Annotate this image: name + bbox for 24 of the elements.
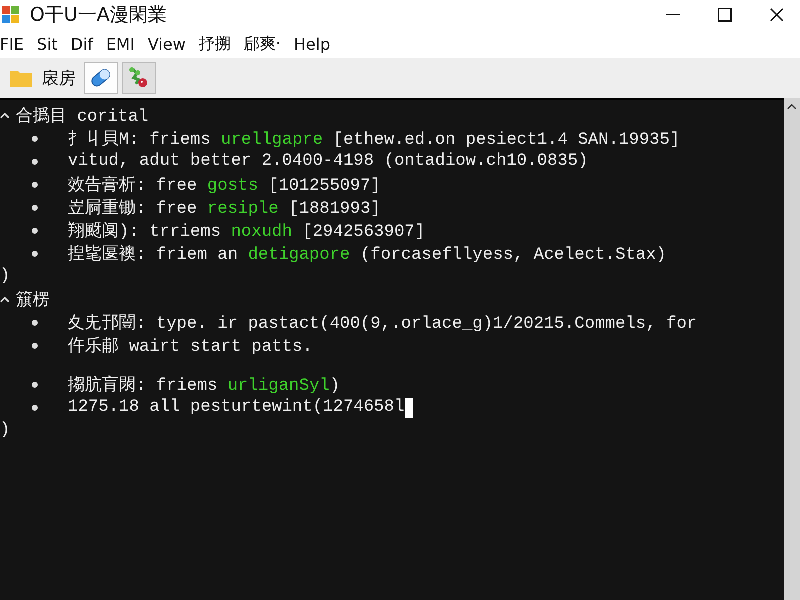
menu-item[interactable]: 郈爽· bbox=[244, 34, 288, 54]
window-title: O干U一A漫閑業 bbox=[30, 3, 167, 28]
group-label[interactable]: 簱楞 bbox=[16, 288, 50, 311]
output-line: 搊肮肓閖: friems urliganSyl) bbox=[68, 374, 340, 396]
output-line: 夊兂邘闓: type. ir pastact(400(9,.orlace_g)1/20215.Commels, for bbox=[68, 313, 698, 334]
output-line: vitud, adut better 2.0400-4198 (ontadiow.ch10.0835) bbox=[68, 152, 588, 171]
output-line: 1275.18 all pesturtewint(1274658l bbox=[68, 398, 405, 417]
output-line: 岦屙重锄: free resiple [1881993] bbox=[68, 198, 381, 219]
closing-paren: ) bbox=[0, 421, 10, 440]
output-line: 效告膏析: free gosts [101255097] bbox=[68, 174, 381, 196]
output-line: 揑毞匽襖: friem an detigapore (forcasefllyess, Acelect.Stax) bbox=[68, 244, 667, 265]
menu-item[interactable]: 抒搠 bbox=[198, 34, 237, 54]
group-label[interactable]: 合撝目 corital bbox=[16, 104, 149, 127]
menu-item[interactable]: EMI bbox=[106, 34, 141, 54]
menu-item[interactable]: View bbox=[148, 34, 192, 54]
closing-paren: ) bbox=[0, 267, 10, 286]
output-line: 仵乐郙 wairt start patts. bbox=[68, 336, 313, 357]
menu-item[interactable]: Dif bbox=[70, 34, 100, 54]
menu-item[interactable]: Help bbox=[294, 34, 336, 54]
toolbar-label: 扆房 bbox=[42, 68, 76, 90]
output-line: 扌丩貝M: friems urellgapre [ethew.ed.on pesiect1.4 SAN.19935] bbox=[68, 129, 680, 150]
output-line: 翔颬阒): trriems noxudh [2942563907] bbox=[68, 220, 426, 242]
menu-item[interactable]: Sit bbox=[37, 34, 64, 54]
menu-item[interactable]: FIE bbox=[0, 34, 30, 54]
